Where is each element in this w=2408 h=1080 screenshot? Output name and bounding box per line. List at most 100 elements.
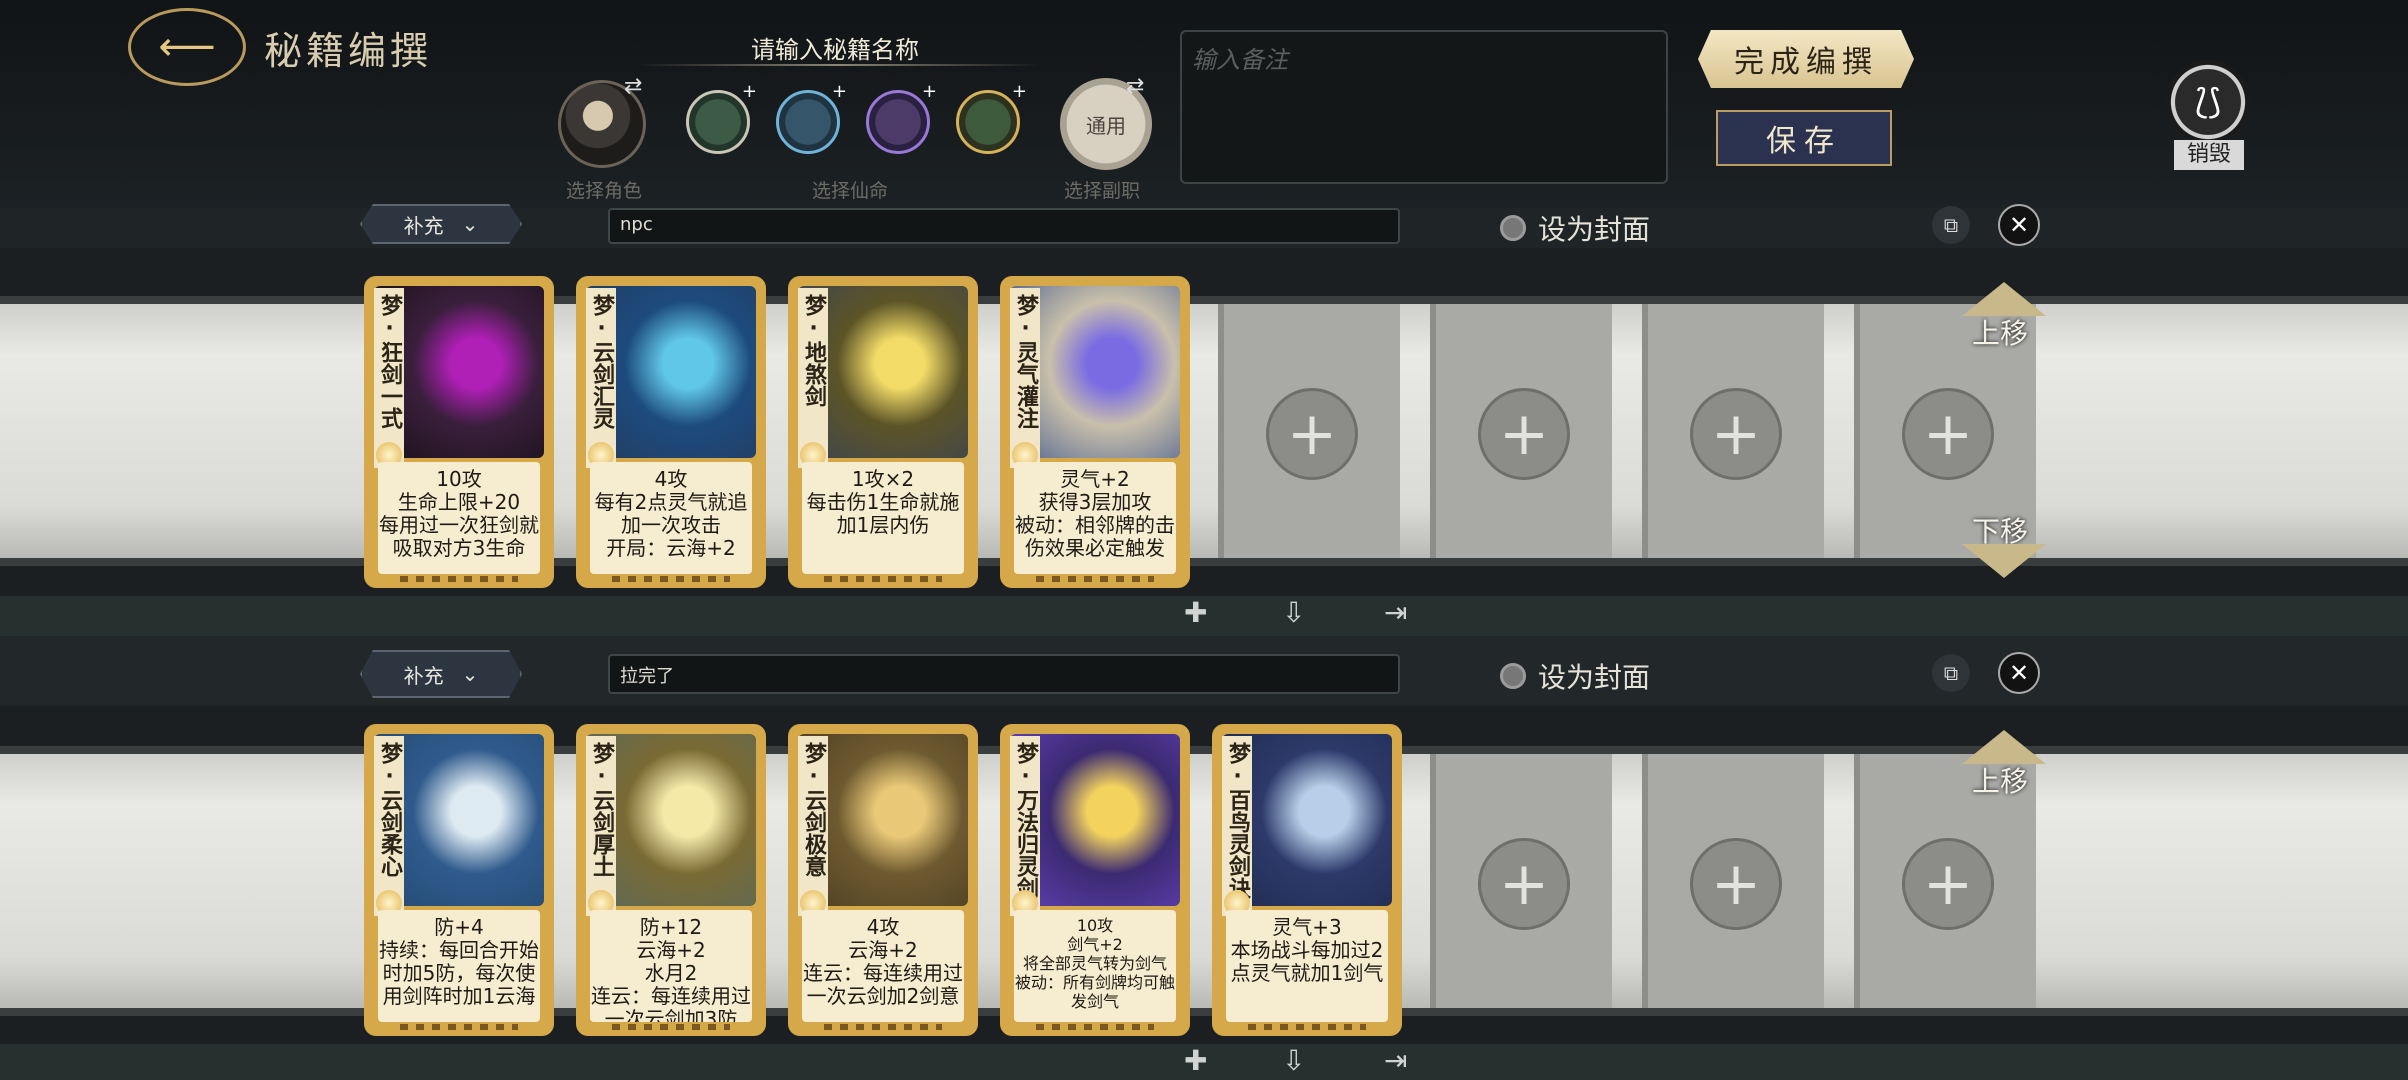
row-2-supplement-dropdown[interactable]: 补充 ⌄ <box>360 650 522 698</box>
add-card-icon: + <box>1902 388 1994 480</box>
add-card-button[interactable]: ✚ <box>1184 1044 1207 1077</box>
empty-card-slot[interactable]: + <box>1430 304 1612 558</box>
vice-job-label: 通用 <box>1086 113 1126 138</box>
card-name: 梦·百鸟灵剑诀 <box>1222 736 1252 916</box>
card-level-dots <box>400 576 518 582</box>
radio-button[interactable] <box>1500 215 1526 241</box>
card-name: 梦·云剑柔心 <box>374 736 404 916</box>
add-card-icon: + <box>1478 838 1570 930</box>
card-description: 灵气+3 本场战斗每加过2点灵气就加1剑气 <box>1226 910 1388 1022</box>
row-1-set-cover[interactable]: 设为封面 <box>1500 208 1650 248</box>
card-name: 梦·云剑厚土 <box>586 736 616 916</box>
empty-card-slot[interactable]: + <box>1642 754 1824 1008</box>
row-2-set-cover[interactable]: 设为封面 <box>1500 656 1650 696</box>
card-level-dots <box>1248 1024 1366 1030</box>
row-1-move-up[interactable]: 上移 <box>1972 312 2028 352</box>
radio-button[interactable] <box>1500 663 1526 689</box>
card-description: 防+4 持续：每回合开始时加5防，每次使用剑阵时加1云海 <box>378 910 540 1022</box>
move-up-arrow-icon[interactable] <box>1962 282 2046 316</box>
fate-slot-4[interactable]: + <box>956 81 1027 154</box>
supplement-label: 补充 <box>403 663 444 688</box>
move-down-arrow-icon[interactable] <box>1962 544 2046 578</box>
card-level-dots <box>824 1024 942 1030</box>
copy-icon[interactable]: ⧉ <box>1932 206 1970 244</box>
card-name: 梦·云剑极意 <box>798 736 828 916</box>
note-input[interactable]: 输入备注 <box>1180 30 1668 184</box>
card-description: 4攻 每有2点灵气就追加一次攻击 开局：云海+2 <box>590 462 752 574</box>
empty-card-slot[interactable]: + <box>1430 754 1612 1008</box>
plus-icon: + <box>741 81 757 102</box>
row-2-slots: + + + <box>0 754 2408 1008</box>
destroy-label[interactable]: 销毁 <box>2174 140 2244 170</box>
deck-name-input[interactable]: 请输入秘籍名称 <box>630 30 1040 65</box>
import-icon[interactable]: ⇩ <box>1282 1044 1305 1077</box>
add-card-icon: + <box>1690 838 1782 930</box>
row-1-supplement-dropdown[interactable]: 补充 ⌄ <box>360 204 522 244</box>
card-description: 4攻 云海+2 连云：每连续用过一次云剑加2剑意 <box>802 910 964 1022</box>
add-card-button[interactable]: ✚ <box>1184 596 1207 629</box>
close-icon[interactable]: ✕ <box>1998 204 2040 246</box>
save-button[interactable]: 保存 <box>1716 110 1892 166</box>
empty-card-slot[interactable]: + <box>1642 304 1824 558</box>
export-icon[interactable]: ⇥ <box>1384 596 1407 629</box>
card[interactable]: 梦·狂剑一式 10攻 生命上限+20 每用过一次狂剑就吸取对方3生命 <box>364 276 554 588</box>
plus-icon: + <box>1011 81 1027 102</box>
card[interactable]: 梦·云剑极意 4攻 云海+2 连云：每连续用过一次云剑加2剑意 <box>788 724 978 1036</box>
card-description: 10攻 生命上限+20 每用过一次狂剑就吸取对方3生命 <box>378 462 540 574</box>
chevron-down-icon: ⌄ <box>461 212 479 236</box>
card[interactable]: 梦·灵气灌注 灵气+2 获得3层加攻 被动：相邻牌的击伤效果必定触发 <box>1000 276 1190 588</box>
card[interactable]: 梦·地煞剑 1攻×2 每击伤1生命就施加1层内伤 <box>788 276 978 588</box>
card[interactable]: 梦·百鸟灵剑诀 灵气+3 本场战斗每加过2点灵气就加1剑气 <box>1212 724 1402 1036</box>
swap-icon[interactable]: ⇄ <box>1126 74 1144 99</box>
add-card-icon: + <box>1266 388 1358 480</box>
fate-slot-3[interactable]: + <box>866 81 937 154</box>
card-name: 梦·灵气灌注 <box>1010 288 1040 468</box>
card-name: 梦·地煞剑 <box>798 288 828 468</box>
card-name: 梦·万法归灵剑 <box>1010 736 1040 916</box>
copy-icon[interactable]: ⧉ <box>1932 654 1970 692</box>
back-arrow-icon: ⟵ <box>158 24 216 70</box>
select-vice-label: 选择副职 <box>1064 180 1141 202</box>
card-level-dots <box>1036 1024 1154 1030</box>
select-role-label: 选择角色 <box>566 180 643 202</box>
card[interactable]: 梦·云剑汇灵 4攻 每有2点灵气就追加一次攻击 开局：云海+2 <box>576 276 766 588</box>
card-level-dots <box>612 576 730 582</box>
card-description: 灵气+2 获得3层加攻 被动：相邻牌的击伤效果必定触发 <box>1014 462 1176 574</box>
row-1-deck-name[interactable]: npc <box>608 208 1400 244</box>
fate-slot-2[interactable]: + <box>776 81 847 154</box>
plus-icon: + <box>921 81 937 102</box>
chevron-down-icon: ⌄ <box>461 662 479 686</box>
card-level-dots <box>824 576 942 582</box>
destroy-icon[interactable]: ⟅⟆ <box>2166 60 2250 144</box>
swap-icon[interactable]: ⇄ <box>624 74 642 99</box>
import-icon[interactable]: ⇩ <box>1282 596 1305 629</box>
add-card-icon: + <box>1478 388 1570 480</box>
page-title: 秘籍编撰 <box>264 29 433 73</box>
supplement-label: 补充 <box>403 213 444 238</box>
move-up-arrow-icon[interactable] <box>1962 730 2046 764</box>
card-name: 梦·云剑汇灵 <box>586 288 616 468</box>
back-button[interactable]: ⟵ <box>128 8 246 86</box>
card[interactable]: 梦·云剑厚土 防+12 云海+2 水月2 连云：每连续用过一次云剑加3防 <box>576 724 766 1036</box>
card[interactable]: 梦·万法归灵剑 10攻 剑气+2 将全部灵气转为剑气 被动：所有剑牌均可触发剑气 <box>1000 724 1190 1036</box>
row-2-deck-name[interactable]: 拉完了 <box>608 654 1400 694</box>
add-card-icon: + <box>1902 838 1994 930</box>
deck-name-underline <box>636 64 1040 66</box>
row-2-move-up[interactable]: 上移 <box>1972 760 2028 800</box>
plus-icon: + <box>831 81 847 102</box>
card-level-dots <box>612 1024 730 1030</box>
card-level-dots <box>400 1024 518 1030</box>
add-card-icon: + <box>1690 388 1782 480</box>
card[interactable]: 梦·云剑柔心 防+4 持续：每回合开始时加5防，每次使用剑阵时加1云海 <box>364 724 554 1036</box>
card-level-dots <box>1036 576 1154 582</box>
empty-card-slot[interactable]: + <box>1218 304 1400 558</box>
set-cover-label: 设为封面 <box>1538 213 1651 246</box>
fate-slot-1[interactable]: + <box>686 81 757 154</box>
card-description: 1攻×2 每击伤1生命就施加1层内伤 <box>802 462 964 574</box>
row-1-slots: + + + + <box>0 304 2408 558</box>
finish-button[interactable]: 完成编撰 <box>1698 30 1914 88</box>
card-name: 梦·狂剑一式 <box>374 288 404 468</box>
export-icon[interactable]: ⇥ <box>1384 1044 1407 1077</box>
close-icon[interactable]: ✕ <box>1998 652 2040 694</box>
set-cover-label: 设为封面 <box>1538 661 1651 694</box>
